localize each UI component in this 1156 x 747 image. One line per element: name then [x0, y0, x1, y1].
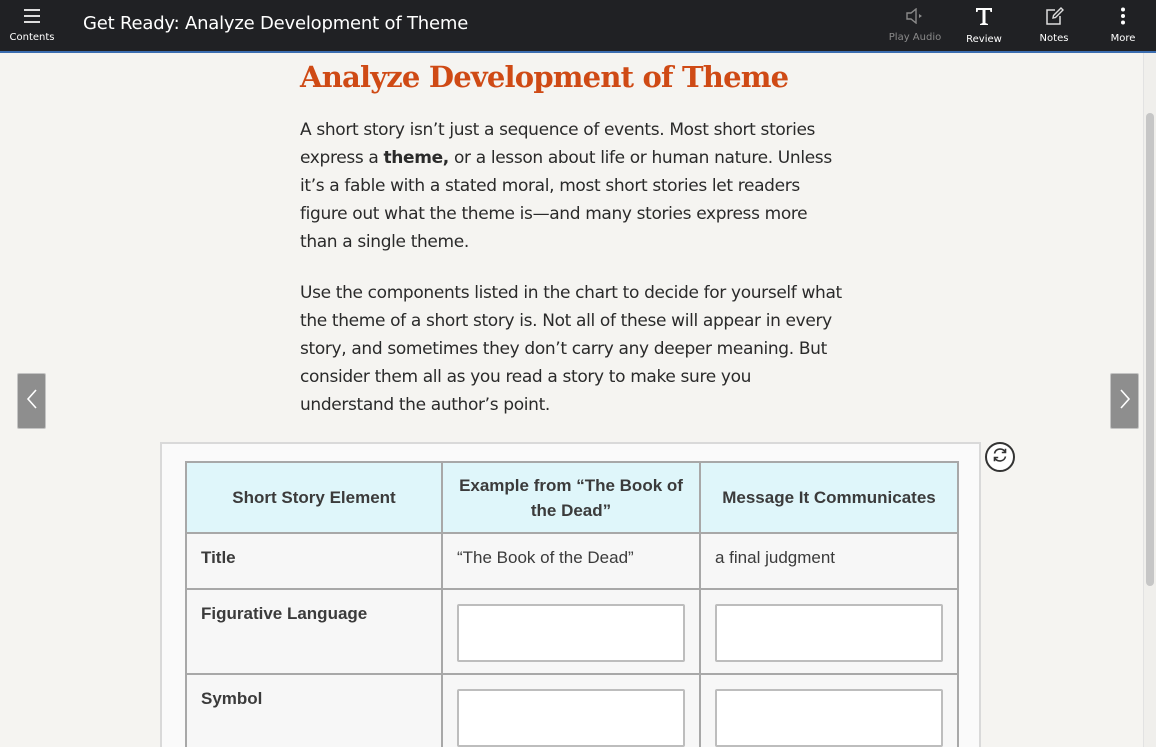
- example-cell: [441, 588, 701, 675]
- example-answer-input[interactable]: [457, 689, 685, 747]
- message-answer-input[interactable]: [715, 604, 943, 662]
- hamburger-icon: [23, 8, 41, 29]
- instructions-paragraph: Use the components listed in the chart t…: [300, 283, 842, 415]
- contents-label: Contents: [9, 32, 55, 43]
- table-row: Figurative Language: [185, 588, 959, 675]
- document-title: Get Ready: Analyze Development of Theme: [83, 13, 469, 34]
- table-row: Symbol: [185, 673, 959, 747]
- element-cell: Symbol: [185, 673, 443, 747]
- reset-button[interactable]: [985, 442, 1015, 472]
- example-cell: “The Book of the Dead”: [441, 532, 701, 590]
- example-cell: [441, 673, 701, 747]
- contents-button[interactable]: Contents: [6, 0, 58, 51]
- play-audio-button[interactable]: Play Audio: [886, 0, 944, 51]
- text-T-icon: [975, 7, 993, 31]
- message-answer-input[interactable]: [715, 689, 943, 747]
- speaker-icon: [905, 7, 925, 29]
- example-answer-input[interactable]: [457, 604, 685, 662]
- column-header: Message It Communicates: [699, 461, 959, 534]
- column-header: Example from “The Book of the Dead”: [441, 461, 701, 534]
- element-cell: Title: [185, 532, 443, 590]
- review-label: Review: [966, 33, 1002, 45]
- top-bar: Contents Get Ready: Analyze Development …: [0, 0, 1156, 53]
- message-cell: [699, 673, 959, 747]
- previous-page-button[interactable]: [17, 373, 46, 429]
- play-audio-label: Play Audio: [888, 32, 942, 43]
- more-label: More: [1110, 33, 1136, 44]
- table-header-row: Short Story Element Example from “The Bo…: [185, 461, 959, 534]
- next-page-button[interactable]: [1110, 373, 1139, 429]
- vertical-scrollbar[interactable]: [1143, 53, 1156, 747]
- message-cell: a final judgment: [699, 532, 959, 590]
- intro-paragraph: A short story isn’t just a sequence of e…: [300, 116, 845, 256]
- column-header: Short Story Element: [185, 461, 443, 534]
- scrollbar-thumb[interactable]: [1146, 113, 1154, 586]
- message-cell: [699, 588, 959, 675]
- more-button[interactable]: More: [1098, 0, 1148, 51]
- refresh-icon: [991, 446, 1009, 469]
- page-heading: Analyze Development of Theme: [300, 60, 789, 94]
- pencil-note-icon: [1045, 7, 1064, 30]
- notes-button[interactable]: Notes: [1028, 0, 1080, 51]
- review-button[interactable]: Review: [958, 0, 1010, 51]
- notes-label: Notes: [1039, 33, 1069, 44]
- theme-chart-table: Short Story Element Example from “The Bo…: [185, 461, 959, 747]
- chevron-left-icon: [26, 388, 38, 415]
- chevron-right-icon: [1119, 388, 1131, 415]
- theme-term: theme,: [383, 148, 450, 168]
- element-cell: Figurative Language: [185, 588, 443, 675]
- vertical-dots-icon: [1120, 7, 1126, 30]
- table-row: Title “The Book of the Dead” a final jud…: [185, 532, 959, 590]
